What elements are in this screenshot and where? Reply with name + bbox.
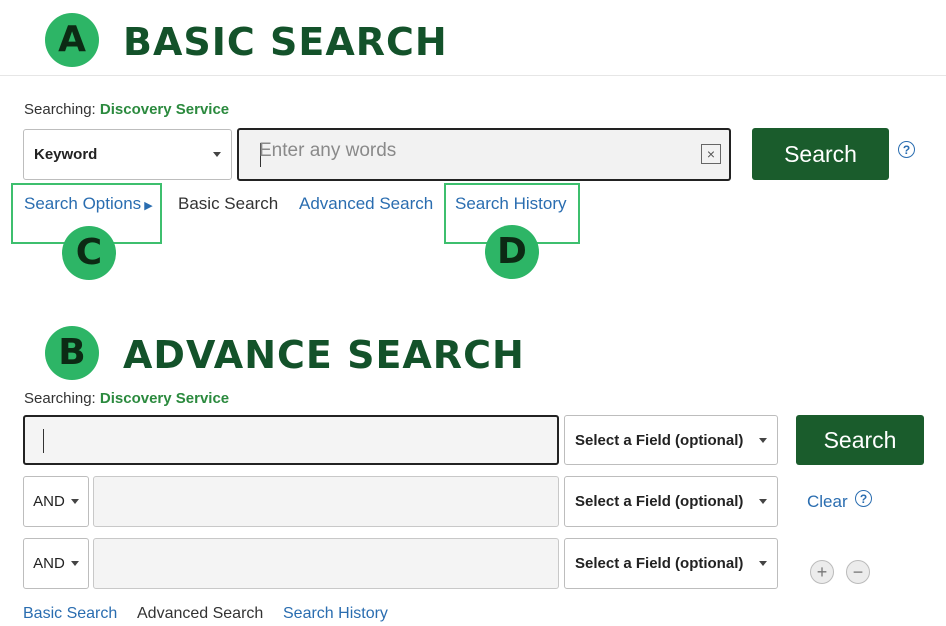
keyword-field-select[interactable]: Keyword (23, 129, 232, 180)
field-select-3[interactable]: Select a Field (optional) (564, 538, 778, 589)
search-placeholder: Enter any words (259, 140, 397, 161)
triangle-right-icon: ▶ (144, 200, 153, 212)
search-history-link[interactable]: Search History (455, 194, 566, 214)
help-icon[interactable]: ? (898, 141, 915, 158)
section-b-letter: B (58, 332, 86, 373)
advanced-search-input-3[interactable] (93, 538, 559, 589)
chevron-down-icon (759, 499, 767, 504)
callout-c-badge: C (62, 226, 116, 280)
advanced-searching-line: Searching: Discovery Service (24, 390, 229, 407)
advance-search-title: ADVANCE SEARCH (123, 333, 525, 377)
help-icon[interactable]: ? (855, 490, 872, 507)
callout-d-badge: D (485, 225, 539, 279)
chevron-down-icon (759, 561, 767, 566)
basic-searching-line: Searching: Discovery Service (24, 101, 229, 118)
search-options-label: Search Options (24, 194, 142, 213)
keyword-select-label: Keyword (34, 146, 98, 163)
operator-label: AND (33, 493, 65, 510)
basic-search-tab[interactable]: Basic Search (178, 194, 278, 214)
clear-input-icon[interactable]: × (701, 144, 721, 164)
advanced-search-tab[interactable]: Advanced Search (137, 605, 263, 623)
chevron-down-icon (70, 499, 79, 504)
add-row-icon[interactable]: + (810, 560, 834, 584)
section-a-letter: A (58, 19, 86, 60)
basic-search-input[interactable]: Enter any words × (237, 128, 731, 181)
boolean-operator-select-2[interactable]: AND (23, 476, 89, 527)
field-select-2[interactable]: Select a Field (optional) (564, 476, 778, 527)
field-select-label: Select a Field (optional) (575, 555, 744, 572)
basic-search-title: BASIC SEARCH (123, 20, 448, 64)
basic-search-link[interactable]: Basic Search (23, 605, 117, 623)
field-select-1[interactable]: Select a Field (optional) (564, 415, 778, 465)
field-select-label: Select a Field (optional) (575, 493, 744, 510)
section-a-badge: A (45, 13, 99, 67)
searching-label: Searching: (24, 390, 96, 407)
chevron-down-icon (759, 437, 767, 443)
service-name: Discovery Service (99, 390, 230, 407)
section-divider (0, 75, 946, 76)
callout-c-letter: C (75, 232, 103, 273)
callout-d-letter: D (497, 231, 527, 272)
basic-search-button[interactable]: Search (752, 128, 889, 180)
search-history-link[interactable]: Search History (283, 605, 388, 623)
advanced-search-link[interactable]: Advanced Search (299, 194, 433, 214)
section-b-badge: B (45, 326, 99, 380)
boolean-operator-select-3[interactable]: AND (23, 538, 89, 589)
clear-link[interactable]: Clear (807, 492, 848, 512)
advanced-search-button[interactable]: Search (796, 415, 924, 465)
operator-label: AND (33, 555, 65, 572)
chevron-down-icon (70, 561, 79, 566)
text-cursor (43, 429, 44, 453)
service-name: Discovery Service (99, 101, 230, 118)
search-options-link[interactable]: Search Options ▶ (24, 194, 153, 214)
chevron-down-icon (213, 152, 221, 157)
searching-label: Searching: (24, 101, 96, 118)
field-select-label: Select a Field (optional) (575, 431, 744, 449)
advanced-search-input-1[interactable] (23, 415, 559, 465)
remove-row-icon[interactable]: − (846, 560, 870, 584)
advanced-search-input-2[interactable] (93, 476, 559, 527)
